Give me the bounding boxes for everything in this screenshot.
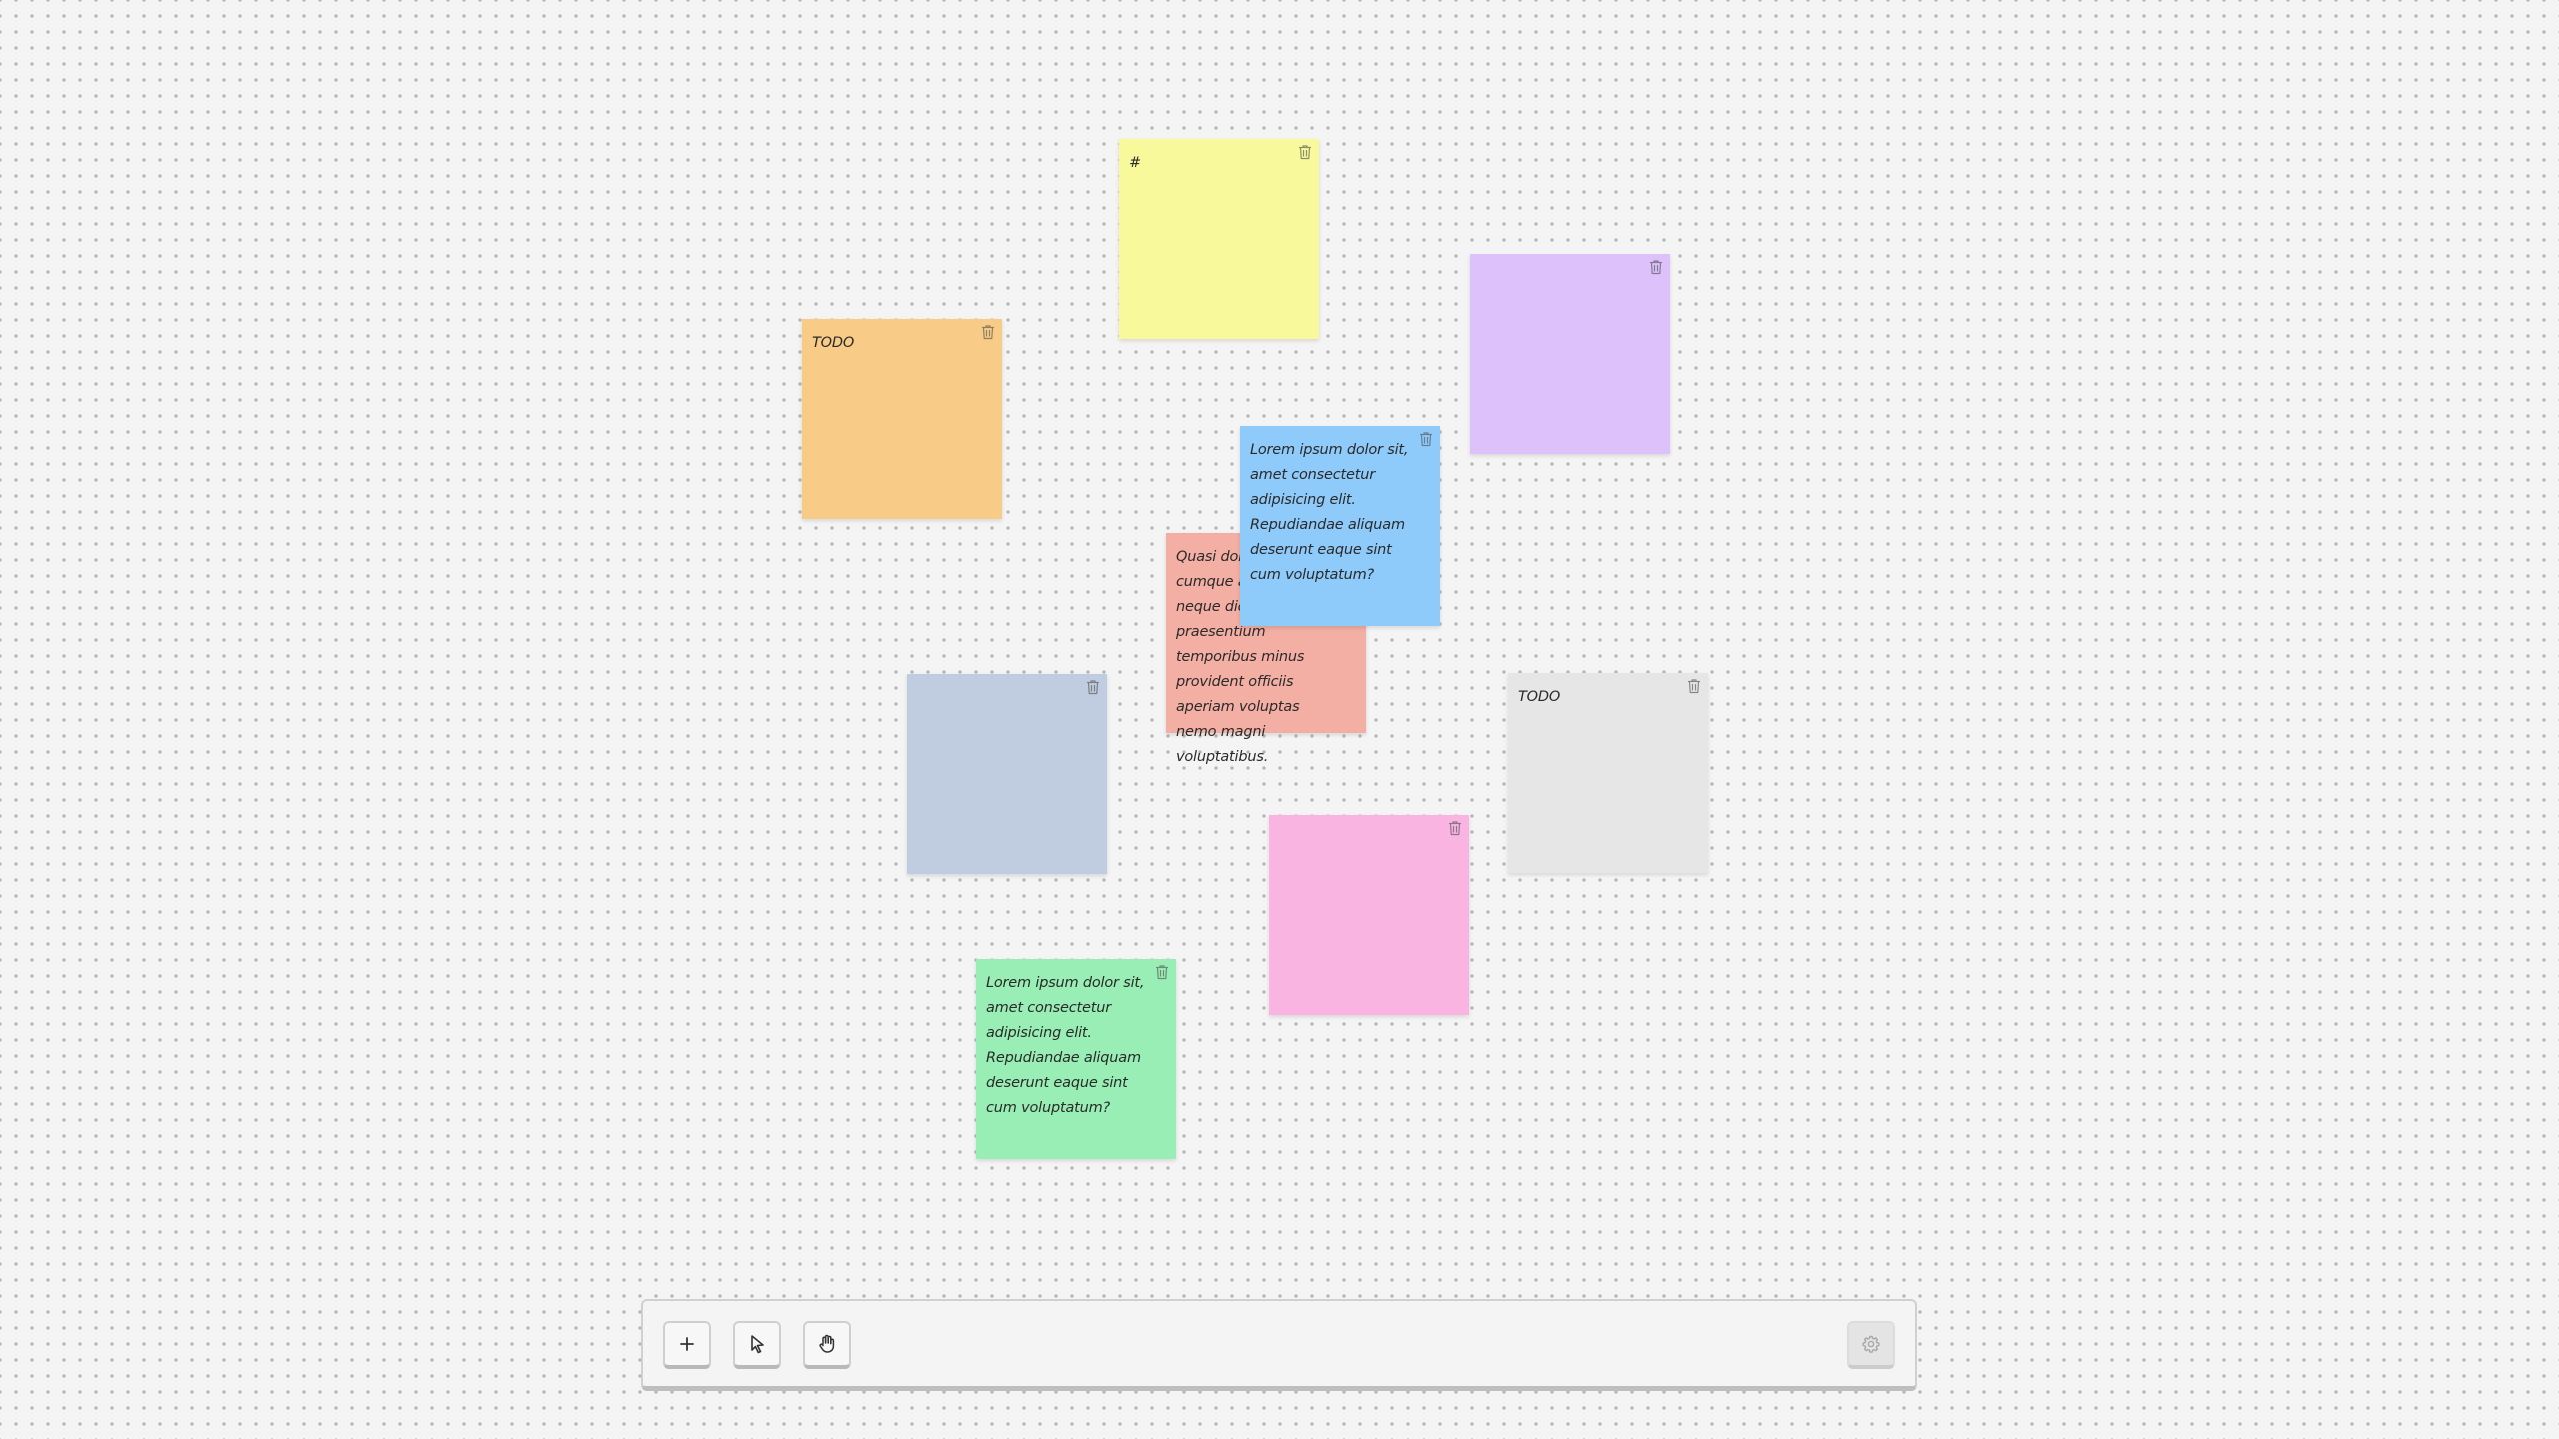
note-text[interactable]: TODO [1518, 685, 1686, 710]
sticky-note-yellow[interactable]: # [1119, 139, 1319, 339]
trash-icon[interactable] [979, 323, 997, 341]
note-text[interactable]: # [1129, 151, 1297, 176]
sticky-note-orange[interactable]: TODO [802, 319, 1002, 519]
sticky-note-pink[interactable] [1269, 815, 1469, 1015]
sticky-note-green[interactable]: Lorem ipsum dolor sit, amet consectetur … [976, 959, 1176, 1159]
hand-icon [815, 1332, 839, 1356]
bottom-toolbar [641, 1299, 1917, 1391]
trash-icon[interactable] [1647, 258, 1665, 276]
trash-icon[interactable] [1446, 819, 1464, 837]
pan-tool-button[interactable] [803, 1321, 851, 1369]
sticky-note-purple[interactable] [1470, 254, 1670, 454]
note-text[interactable]: Lorem ipsum dolor sit, amet consectetur … [1250, 438, 1418, 588]
settings-button[interactable] [1847, 1321, 1895, 1369]
plus-icon [675, 1332, 699, 1356]
note-text[interactable]: TODO [812, 331, 980, 356]
add-note-button[interactable] [663, 1321, 711, 1369]
trash-icon[interactable] [1417, 430, 1435, 448]
sticky-note-gray[interactable]: TODO [1508, 673, 1708, 873]
trash-icon[interactable] [1685, 677, 1703, 695]
cursor-arrow-icon [745, 1332, 769, 1356]
select-tool-button[interactable] [733, 1321, 781, 1369]
trash-icon[interactable] [1296, 143, 1314, 161]
trash-icon[interactable] [1084, 678, 1102, 696]
note-text[interactable]: Lorem ipsum dolor sit, amet consectetur … [986, 971, 1154, 1121]
sticky-note-blue[interactable]: Lorem ipsum dolor sit, amet consectetur … [1240, 426, 1440, 626]
sticky-note-slate[interactable] [907, 674, 1107, 874]
gear-icon [1859, 1332, 1883, 1356]
trash-icon[interactable] [1153, 963, 1171, 981]
